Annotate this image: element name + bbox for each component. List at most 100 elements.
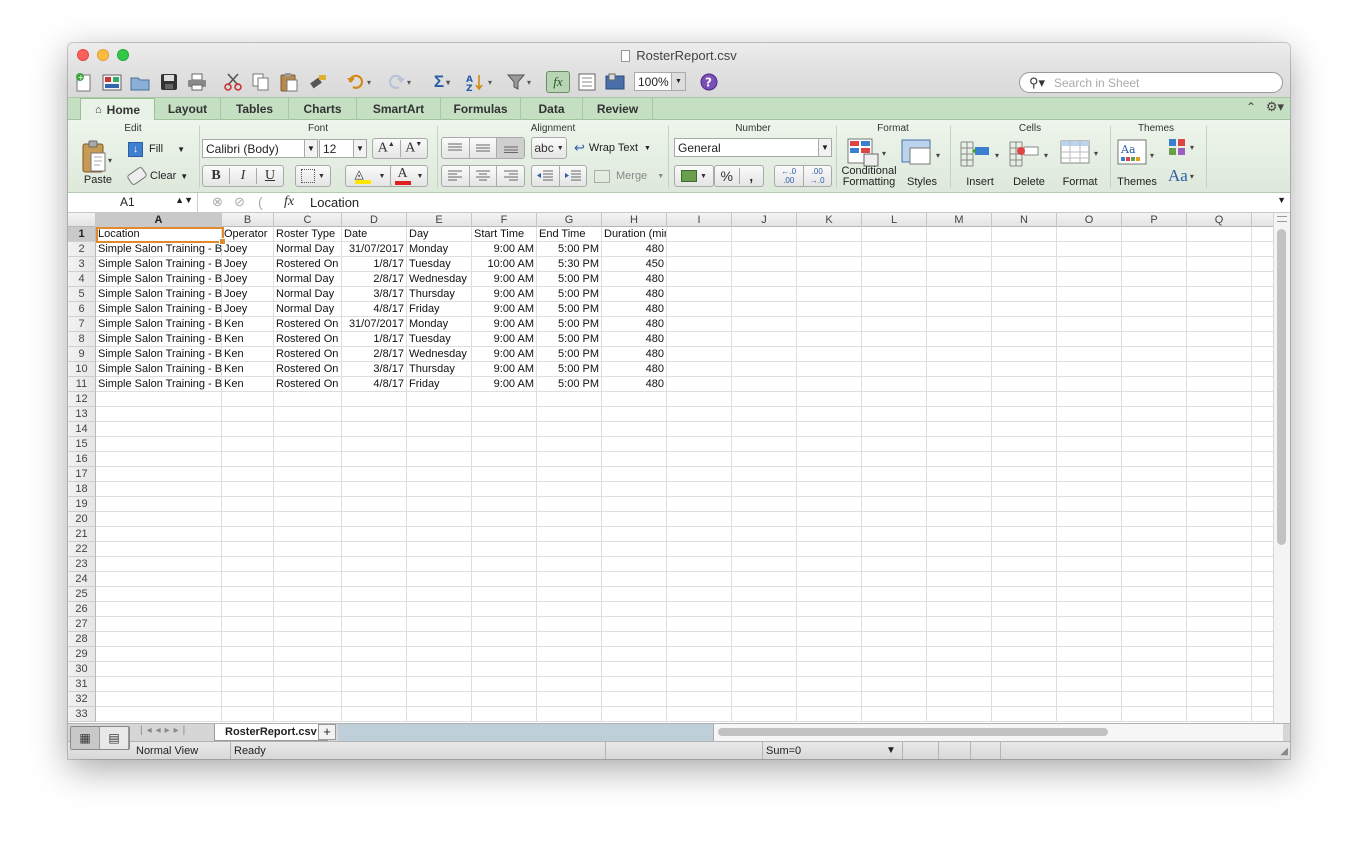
row-header[interactable]: 27 bbox=[68, 617, 96, 632]
cell[interactable] bbox=[732, 272, 797, 287]
cell[interactable]: Operator bbox=[222, 227, 274, 242]
cell[interactable] bbox=[1057, 302, 1122, 317]
cell[interactable] bbox=[732, 377, 797, 392]
cell[interactable]: Simple Salon Training - B bbox=[96, 377, 222, 392]
cell[interactable] bbox=[274, 617, 342, 632]
cell[interactable] bbox=[862, 602, 927, 617]
row-header[interactable]: 21 bbox=[68, 527, 96, 542]
add-sheet-button[interactable]: + bbox=[318, 724, 336, 740]
cell[interactable] bbox=[1187, 392, 1252, 407]
cell[interactable] bbox=[537, 707, 602, 722]
cell[interactable] bbox=[1122, 347, 1187, 362]
copy-icon[interactable] bbox=[250, 70, 272, 94]
cell[interactable] bbox=[472, 467, 537, 482]
row-header[interactable]: 7 bbox=[68, 317, 96, 332]
cell[interactable] bbox=[1187, 332, 1252, 347]
row-header[interactable]: 22 bbox=[68, 542, 96, 557]
cell[interactable] bbox=[96, 572, 222, 587]
column-header[interactable]: L bbox=[862, 213, 927, 227]
cell[interactable]: Roster Type bbox=[274, 227, 342, 242]
cell[interactable] bbox=[862, 377, 927, 392]
cell[interactable] bbox=[472, 557, 537, 572]
cell[interactable] bbox=[862, 317, 927, 332]
cell[interactable] bbox=[862, 272, 927, 287]
cell[interactable] bbox=[862, 482, 927, 497]
cell[interactable] bbox=[222, 647, 274, 662]
cell[interactable] bbox=[667, 467, 732, 482]
cell[interactable] bbox=[407, 707, 472, 722]
cell[interactable] bbox=[472, 542, 537, 557]
cell[interactable] bbox=[602, 467, 667, 482]
cell[interactable] bbox=[1187, 647, 1252, 662]
column-header[interactable]: I bbox=[667, 213, 732, 227]
cell[interactable] bbox=[667, 452, 732, 467]
borders-button[interactable]: ▼ bbox=[295, 165, 331, 187]
cell[interactable] bbox=[862, 452, 927, 467]
column-header[interactable]: J bbox=[732, 213, 797, 227]
cell[interactable]: 9:00 AM bbox=[472, 287, 537, 302]
cell[interactable] bbox=[1122, 542, 1187, 557]
align-left-icon[interactable] bbox=[442, 166, 470, 186]
cell[interactable] bbox=[1187, 407, 1252, 422]
cell[interactable] bbox=[797, 362, 862, 377]
cell[interactable]: 480 bbox=[602, 362, 667, 377]
cell[interactable] bbox=[1122, 527, 1187, 542]
cut-icon[interactable] bbox=[222, 70, 244, 94]
wrap-text-button[interactable]: ↩ Wrap Text ▼ bbox=[574, 139, 651, 157]
cell[interactable] bbox=[667, 377, 732, 392]
cell[interactable] bbox=[274, 677, 342, 692]
cell[interactable] bbox=[472, 392, 537, 407]
cell[interactable] bbox=[602, 707, 667, 722]
resize-grip-icon[interactable]: ◢ bbox=[1280, 746, 1288, 757]
cell[interactable]: Rostered On bbox=[274, 332, 342, 347]
cell[interactable] bbox=[342, 647, 407, 662]
cell[interactable] bbox=[667, 482, 732, 497]
sheet-tab[interactable]: RosterReport.csv bbox=[214, 724, 328, 741]
cell[interactable] bbox=[732, 317, 797, 332]
row-header[interactable]: 8 bbox=[68, 332, 96, 347]
cell[interactable] bbox=[537, 437, 602, 452]
cell[interactable]: Day bbox=[407, 227, 472, 242]
cell[interactable] bbox=[274, 467, 342, 482]
cell[interactable] bbox=[1057, 422, 1122, 437]
cell[interactable] bbox=[992, 632, 1057, 647]
cell[interactable] bbox=[1122, 677, 1187, 692]
italic-button[interactable]: I bbox=[230, 168, 257, 184]
cell[interactable] bbox=[602, 542, 667, 557]
cell[interactable] bbox=[797, 527, 862, 542]
cell[interactable] bbox=[927, 437, 992, 452]
column-header[interactable]: A bbox=[96, 213, 222, 227]
cell[interactable] bbox=[797, 257, 862, 272]
row-header[interactable]: 12 bbox=[68, 392, 96, 407]
cell[interactable] bbox=[1057, 602, 1122, 617]
cell[interactable] bbox=[732, 452, 797, 467]
row-header[interactable]: 9 bbox=[68, 347, 96, 362]
cell[interactable] bbox=[667, 617, 732, 632]
cell[interactable] bbox=[602, 452, 667, 467]
cell[interactable] bbox=[274, 452, 342, 467]
open-icon[interactable] bbox=[129, 70, 151, 94]
cell[interactable]: Joey bbox=[222, 257, 274, 272]
cell[interactable] bbox=[274, 587, 342, 602]
cell[interactable] bbox=[927, 407, 992, 422]
cell[interactable] bbox=[407, 392, 472, 407]
cell[interactable] bbox=[96, 587, 222, 602]
cell[interactable] bbox=[992, 497, 1057, 512]
cell[interactable] bbox=[537, 677, 602, 692]
cell[interactable] bbox=[407, 512, 472, 527]
cell[interactable] bbox=[992, 587, 1057, 602]
cell[interactable] bbox=[1122, 407, 1187, 422]
cell[interactable] bbox=[407, 662, 472, 677]
cell[interactable] bbox=[1187, 662, 1252, 677]
redo-icon[interactable] bbox=[382, 70, 416, 94]
cell[interactable] bbox=[992, 317, 1057, 332]
font-size-select[interactable]: 12 ▼ bbox=[319, 139, 367, 158]
cell[interactable] bbox=[927, 287, 992, 302]
cell[interactable] bbox=[1057, 707, 1122, 722]
cell[interactable] bbox=[1122, 602, 1187, 617]
column-header[interactable]: C bbox=[274, 213, 342, 227]
cell[interactable] bbox=[472, 692, 537, 707]
cell[interactable] bbox=[797, 707, 862, 722]
cell[interactable] bbox=[797, 617, 862, 632]
cell[interactable] bbox=[1187, 422, 1252, 437]
